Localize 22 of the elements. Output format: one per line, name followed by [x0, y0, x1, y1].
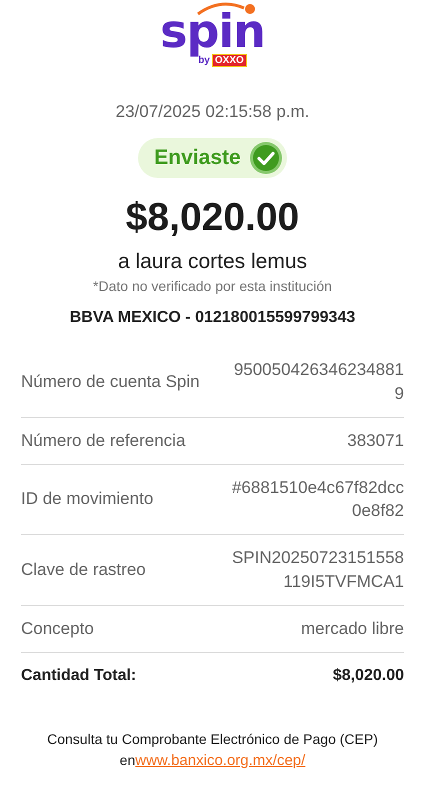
amount: $8,020.00 — [126, 196, 300, 240]
bank-account: BBVA MEXICO - 012180015599799343 — [70, 309, 356, 327]
detail-label: Clave de rastreo — [21, 559, 146, 582]
cep-notice: Consulta tu Comprobante Electrónico de Pago (CEP) enwww.banxico.org.mx/cep/ — [46, 730, 379, 771]
detail-value: 9500504263462348819 — [232, 359, 404, 405]
detail-label: Cantidad Total: — [21, 666, 136, 686]
partner-logo: OXXO — [212, 54, 247, 67]
detail-value: mercado libre — [300, 618, 404, 640]
detail-label: ID de movimiento — [21, 488, 154, 510]
detail-value: #6881510e4c67f82dcc0e8f82 — [230, 476, 404, 522]
status-label: Enviaste — [154, 146, 241, 170]
logo-by: by — [198, 54, 210, 66]
detail-value: SPIN20250723151558119I5TVFMCA1 — [230, 547, 404, 593]
detail-value: $8,020.00 — [332, 666, 404, 686]
detail-label: Número de cuenta Spin — [21, 370, 200, 393]
recipient-name: a laura cortes lemus — [118, 250, 308, 274]
transaction-datetime: 23/07/2025 02:15:58 p.m. — [116, 102, 310, 122]
detail-value: 383071 — [346, 430, 404, 452]
detail-label: Concepto — [21, 618, 94, 640]
disclaimer: *Dato no verificado por esta institución — [93, 278, 332, 294]
banxico-link[interactable]: www.banxico.org.mx/cep/ — [135, 752, 306, 769]
detail-label: Número de referencia — [21, 430, 186, 452]
